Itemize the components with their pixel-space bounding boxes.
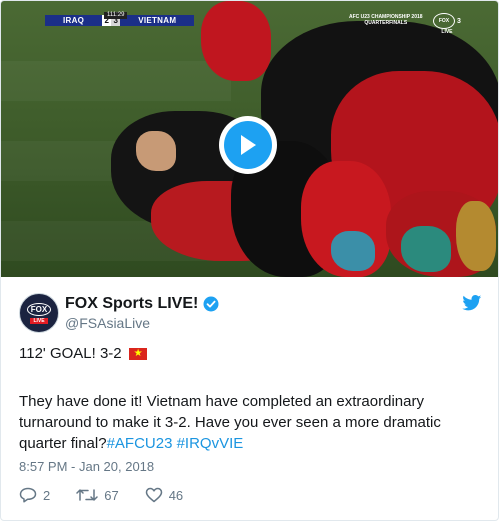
tweet-body: They have done it! Vietnam have complete… [19,391,489,454]
match-clock: 111:29 [104,12,128,19]
reply-icon [19,487,37,503]
verified-badge-icon [203,296,219,312]
like-count: 46 [168,487,184,503]
tweet-headline: 112' GOAL! 3-2 ★ [19,345,147,362]
channel-sub: LIVE [441,29,453,35]
vietnam-flag-icon: ★ [128,347,147,360]
reply-count: 2 [43,487,51,503]
reply-button[interactable]: 2 [19,487,50,503]
embedded-tweet-card: IRAQ 2 3 VIETNAM 111:29 AFC U23 CHAMPION… [0,0,499,521]
tweet-timestamp[interactable]: 8:57 PM - Jan 20, 2018 [19,459,154,474]
home-team: IRAQ [45,15,103,26]
fox-logo-icon: FOX [433,13,455,29]
retweet-button[interactable]: 67 [76,487,119,503]
video-player[interactable]: IRAQ 2 3 VIETNAM 111:29 AFC U23 CHAMPION… [1,1,498,277]
tweet-header: FOX LIVE FOX Sports LIVE! @FSAsiaLive [19,293,484,337]
hashtag-link[interactable]: #IRQvVIE [177,435,244,452]
headline-text: 112' GOAL! 3-2 [19,345,122,362]
heart-icon [145,487,162,503]
channel-logo: FOX 3 LIVE [433,13,461,35]
retweet-count: 67 [104,487,119,503]
tweet-actions: 2 67 46 [19,487,209,503]
channel-number: 3 [457,17,461,25]
avatar-sub: LIVE [30,317,48,324]
avatar-logo: FOX [26,302,52,316]
name-row: FOX Sports LIVE! [65,295,219,313]
display-name[interactable]: FOX Sports LIVE! [65,295,198,313]
hashtag-link[interactable]: #AFCU23 [107,435,173,452]
user-handle[interactable]: @FSAsiaLive [65,315,150,331]
play-icon [241,135,256,155]
tournament-label: AFC U23 CHAMPIONSHIP 2018 QUARTERFINALS [349,14,423,26]
play-button[interactable] [219,116,277,174]
pitch-stripe [1,61,231,101]
avatar[interactable]: FOX LIVE [19,293,59,333]
tournament-round: QUARTERFINALS [364,20,408,26]
retweet-icon [76,489,98,501]
like-button[interactable]: 46 [145,487,183,503]
away-team: VIETNAM [120,15,195,26]
twitter-bird-icon[interactable] [462,295,482,311]
